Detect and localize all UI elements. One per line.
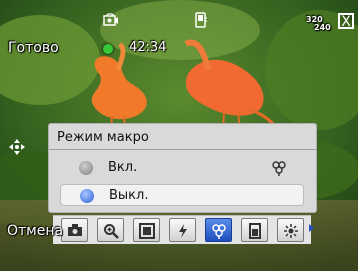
cancel-softkey[interactable]: Отмена xyxy=(7,223,63,239)
storage-icon xyxy=(249,223,261,239)
close-button[interactable]: X xyxy=(338,13,354,30)
resolution-indicator: 320 240 xyxy=(306,16,331,32)
frame-button[interactable] xyxy=(133,218,160,242)
zoom-button[interactable] xyxy=(97,218,124,242)
radio-off-icon[interactable] xyxy=(79,161,93,175)
macro-button[interactable] xyxy=(205,218,232,242)
macro-option-off[interactable]: Выкл. xyxy=(60,184,304,206)
storage-device-icon xyxy=(193,12,209,28)
macro-option-on[interactable]: Вкл. xyxy=(60,157,304,179)
flash-button[interactable] xyxy=(169,218,196,242)
macro-flower-icon xyxy=(271,160,287,176)
camera-toolbar xyxy=(53,215,311,244)
remaining-time-counter: 42:34 xyxy=(129,40,167,55)
camera-viewfinder-screen: 320 240 X Готово 42:34 Режим макро Вкл. xyxy=(0,0,358,271)
white-balance-icon xyxy=(284,224,298,238)
close-icon: X xyxy=(341,14,351,30)
camera-settings-button[interactable] xyxy=(61,218,88,242)
radio-on-icon[interactable] xyxy=(80,189,94,203)
toolbar-scroll-right-icon[interactable] xyxy=(309,224,314,232)
record-ready-indicator xyxy=(103,44,113,54)
option-label: Вкл. xyxy=(108,160,138,175)
camera-settings-icon xyxy=(68,224,82,236)
resolution-height: 240 xyxy=(314,23,331,32)
macro-icon xyxy=(212,224,226,239)
storage-button[interactable] xyxy=(241,218,268,242)
frame-icon xyxy=(139,223,155,239)
flash-icon xyxy=(179,224,187,238)
option-label: Выкл. xyxy=(109,188,149,203)
panel-title: Режим макро xyxy=(57,130,149,145)
white-balance-button[interactable] xyxy=(277,218,304,242)
navigation-pad-icon[interactable] xyxy=(8,138,26,156)
panel-divider xyxy=(49,149,316,150)
macro-mode-panel: Режим макро Вкл. Выкл. xyxy=(48,123,317,213)
status-ready-label: Готово xyxy=(8,40,59,56)
video-mode-icon[interactable] xyxy=(103,13,119,27)
zoom-icon xyxy=(104,224,119,239)
